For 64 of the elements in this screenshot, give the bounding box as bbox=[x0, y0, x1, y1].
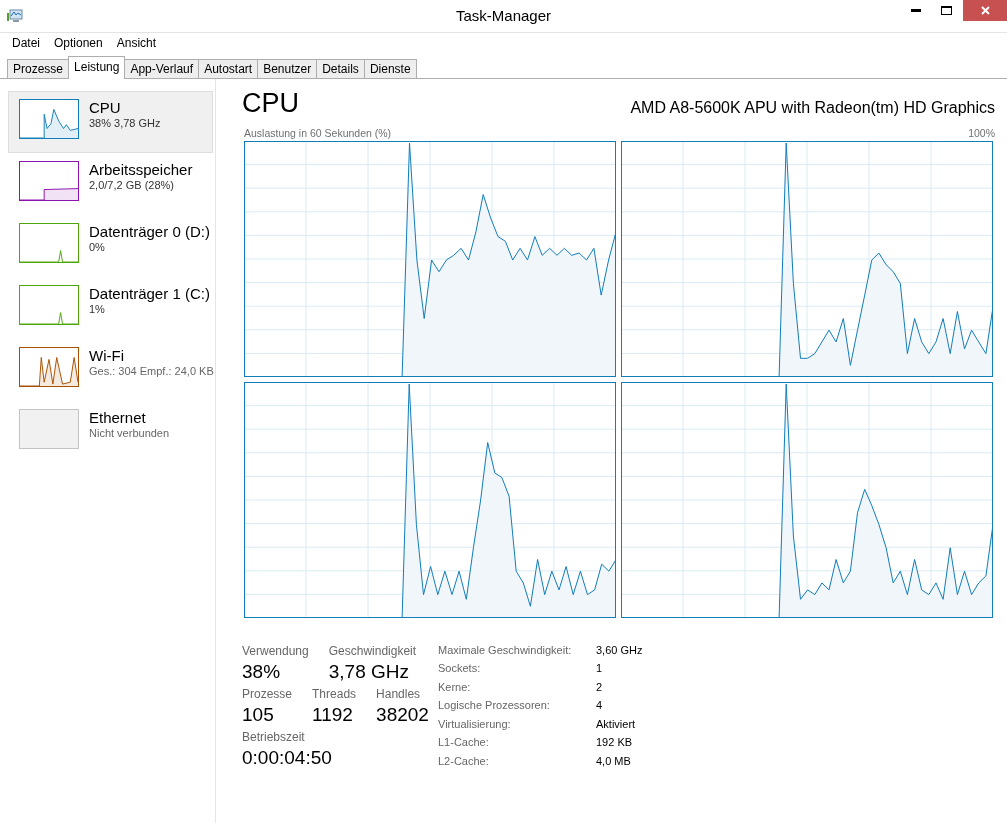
sidebar-item[interactable]: Arbeitsspeicher 2,0/7,2 GB (28%) bbox=[8, 153, 213, 215]
stat-label: Verwendung bbox=[242, 644, 309, 658]
detail-value: 4,0 MB bbox=[596, 754, 632, 769]
close-icon bbox=[980, 6, 990, 15]
detail-label: Sockets: bbox=[438, 662, 482, 677]
tab[interactable]: Leistung bbox=[68, 56, 126, 79]
sidebar-item-subtitle: 2,0/7,2 GB (28%) bbox=[89, 179, 175, 191]
panel-title: CPU bbox=[242, 88, 299, 119]
stat-value: 105 bbox=[242, 704, 275, 726]
detail-value: 1 bbox=[596, 662, 604, 677]
detail-value: 3,60 GHz bbox=[596, 644, 643, 658]
sidebar-item-subtitle: 1% bbox=[89, 303, 106, 315]
detail-label: Kerne: bbox=[438, 680, 472, 695]
tab[interactable]: Details bbox=[316, 59, 365, 78]
sidebar-item-subtitle: Ges.: 304 Empf.: 24,0 KB bbox=[89, 365, 214, 377]
stat-value: 0:00:04:50 bbox=[242, 747, 332, 769]
detail-value: 4 bbox=[596, 699, 604, 714]
stat-value: 1192 bbox=[312, 704, 354, 726]
sidebar-item-subtitle: Nicht verbunden bbox=[89, 427, 170, 439]
window-title: Task-Manager bbox=[456, 7, 551, 24]
graph-label: Auslastung in 60 Sekunden (%) bbox=[244, 127, 392, 139]
menu-item[interactable]: Ansicht bbox=[116, 36, 157, 51]
sidebar-item-title: Datenträger 1 (C:) bbox=[89, 285, 210, 303]
minimize-icon bbox=[911, 8, 921, 13]
detail-label: Maximale Geschwindigkeit: bbox=[438, 644, 573, 658]
sidebar-item-title: Datenträger 0 (D:) bbox=[89, 223, 210, 241]
sidebar-item[interactable]: CPU 38% 3,78 GHz bbox=[8, 91, 213, 153]
stat-value: 3,78 GHz bbox=[328, 661, 410, 683]
maximize-icon bbox=[940, 6, 952, 15]
sidebar-item-subtitle: 0% bbox=[89, 241, 106, 253]
detail-label: L1-Cache: bbox=[438, 736, 490, 751]
detail-label: L2-Cache: bbox=[438, 754, 490, 769]
sidebar-item[interactable]: Ethernet Nicht verbunden bbox=[8, 401, 213, 463]
stat-label: Geschwindigkeit bbox=[328, 644, 417, 658]
menu-item[interactable]: Optionen bbox=[54, 36, 103, 51]
sidebar-item-title: Arbeitsspeicher bbox=[89, 161, 193, 179]
stat-label: Betriebszeit bbox=[242, 730, 306, 744]
sidebar-item-subtitle: 38% 3,78 GHz bbox=[89, 117, 161, 129]
stat-label: Threads bbox=[312, 687, 357, 701]
stat-label: Prozesse bbox=[242, 687, 293, 701]
tab[interactable]: Benutzer bbox=[257, 59, 318, 78]
sidebar-item[interactable]: Wi-Fi Ges.: 304 Empf.: 24,0 KB bbox=[8, 339, 217, 401]
graph-max-label: 100% bbox=[968, 127, 995, 139]
tab[interactable]: Prozesse bbox=[7, 59, 70, 78]
sidebar-item[interactable]: Datenträger 1 (C:) 1% bbox=[8, 277, 213, 339]
detail-label: Virtualisierung: bbox=[438, 717, 512, 732]
detail-value: Aktiviert bbox=[596, 717, 637, 732]
tab[interactable]: Autostart bbox=[198, 59, 259, 78]
stat-label: Handles bbox=[376, 687, 422, 701]
stat-value: 38202 bbox=[376, 704, 429, 726]
detail-label: Logische Prozessoren: bbox=[438, 699, 551, 714]
tab[interactable]: App-Verlauf bbox=[124, 59, 200, 78]
sidebar-item-title: Wi-Fi bbox=[89, 347, 125, 365]
tab[interactable]: Dienste bbox=[363, 59, 417, 78]
detail-value: 192 KB bbox=[596, 736, 634, 751]
detail-value: 2 bbox=[596, 680, 604, 695]
close-button[interactable] bbox=[963, 0, 1007, 21]
stat-value: 38% bbox=[242, 661, 282, 683]
menu-item[interactable]: Datei bbox=[12, 36, 40, 51]
sidebar-item[interactable]: Datenträger 0 (D:) 0% bbox=[8, 215, 213, 277]
sidebar-item-title: Ethernet bbox=[89, 409, 147, 427]
sidebar-item-title: CPU bbox=[89, 99, 122, 117]
processor-name: AMD A8-5600K APU with Radeon(tm) HD Graphics bbox=[630, 99, 995, 117]
monitor-icon bbox=[7, 9, 23, 23]
